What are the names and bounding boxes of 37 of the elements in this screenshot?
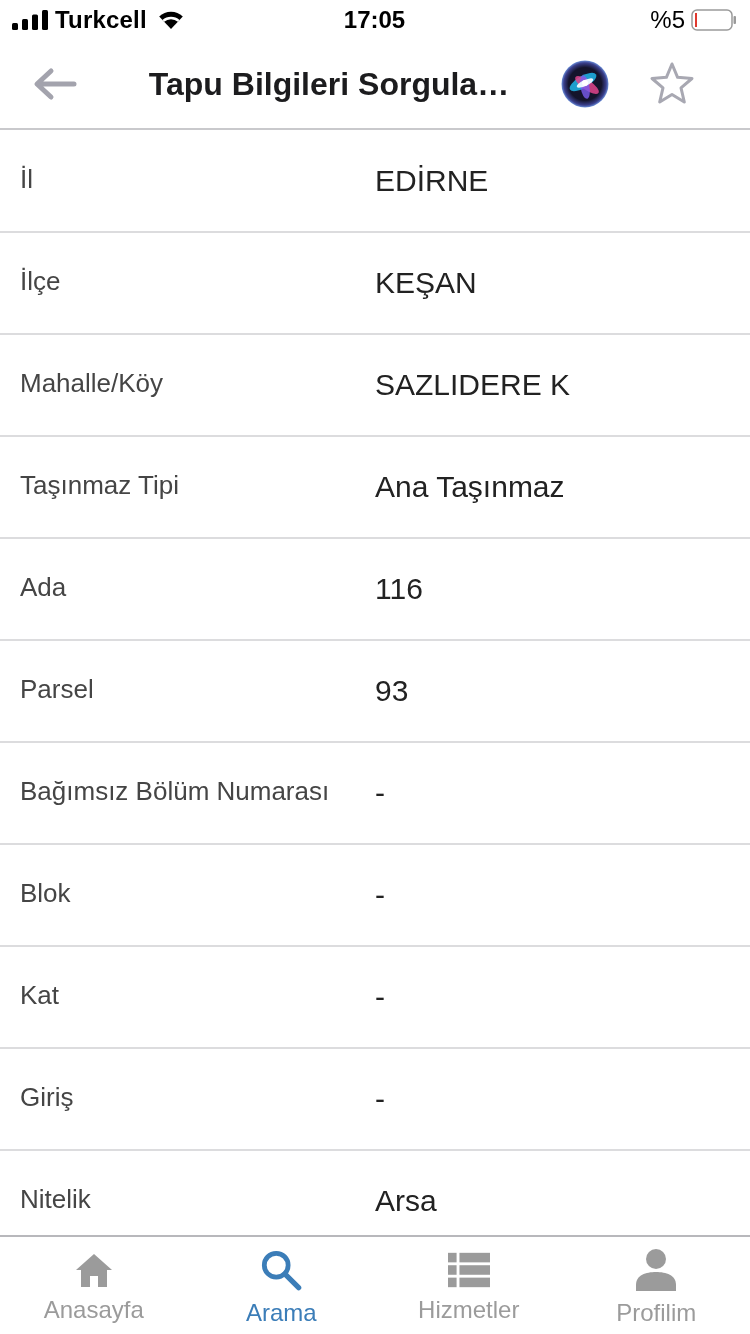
search-icon [260,1249,303,1291]
field-label: Nitelik [20,1183,92,1215]
signal-icon [12,10,48,30]
field-value: Ana Taşınmaz [375,470,566,504]
field-label: Giriş [20,1081,75,1113]
orb-icon[interactable] [561,60,609,108]
tab[interactable]: Hizmetler [375,1237,563,1334]
star-icon[interactable] [649,62,695,106]
field-value: 116 [375,572,424,606]
field-label: Blok [20,877,72,909]
field-label: Ada [20,571,68,603]
page-title: Tapu Bilgileri Sorgula… [147,65,511,103]
field-value: - [375,980,386,1014]
field-value: EDİRNE [375,164,490,198]
battery-icon [691,9,737,31]
field-label: İlçe [20,265,62,297]
wifi-icon [156,10,185,30]
field-value: - [375,878,386,912]
field-value: 93 [375,674,410,708]
carrier-name: Turkcell [55,6,147,34]
field-label: Taşınmaz Tipi [20,469,180,501]
field-label: İl [20,163,34,195]
tab[interactable]: Arama [187,1237,375,1334]
field-value: KEŞAN [375,266,478,300]
battery-percent: %5 [650,6,685,34]
field-value: SAZLIDERE K [375,368,572,402]
tab[interactable]: Anasayfa [0,1237,188,1334]
field-value: Arsa [375,1184,438,1218]
field-label: Parsel [20,673,95,705]
field-label: Bağımsız Bölüm Numarası [20,775,331,807]
tab[interactable]: Profilim [562,1237,750,1334]
field-value: - [375,1082,386,1116]
status-time: 17:05 [343,6,406,34]
field-value: - [375,776,386,810]
person-icon [634,1249,679,1291]
field-label: Mahalle/Köy [20,367,165,399]
field-label: Kat [20,979,61,1011]
